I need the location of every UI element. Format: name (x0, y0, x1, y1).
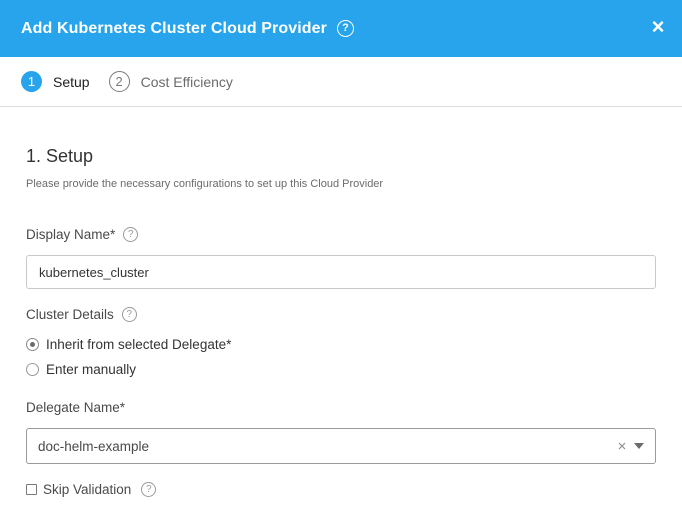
close-icon[interactable]: × (650, 16, 666, 38)
step-number: 2 (108, 71, 130, 92)
skip-validation-checkbox[interactable] (26, 484, 37, 495)
step-cost-efficiency[interactable]: 2 Cost Efficiency (108, 71, 233, 92)
clear-icon[interactable]: × (615, 438, 629, 455)
section-description: Please provide the necessary configurati… (26, 178, 384, 190)
section-title: 1. Setup (26, 146, 94, 166)
display-name-label-text: Display Name* (26, 227, 116, 242)
step-number: 1 (21, 71, 42, 92)
cluster-details-label-text: Cluster Details (26, 307, 114, 322)
dialog-title: Add Kubernetes Cluster Cloud Provider (21, 19, 327, 37)
wizard-steps: 1 Setup 2 Cost Efficiency (0, 57, 682, 107)
help-icon[interactable]: ? (141, 482, 157, 497)
help-icon[interactable]: ? (123, 227, 139, 242)
delegate-select-value: doc-helm-example (38, 438, 150, 454)
display-name-input[interactable]: kubernetes_cluster (26, 255, 656, 289)
radio-inherit-delegate[interactable]: Inherit from selected Delegate* (26, 337, 231, 352)
display-name-label: Display Name* ? (26, 227, 139, 242)
dialog-header: Add Kubernetes Cluster Cloud Provider ? … (0, 0, 682, 57)
delegate-name-label-text: Delegate Name* (26, 400, 126, 415)
step-label: Setup (53, 73, 90, 90)
help-icon[interactable]: ? (121, 307, 137, 322)
step-setup[interactable]: 1 Setup (21, 71, 90, 92)
skip-validation-row[interactable]: Skip Validation ? (26, 482, 157, 497)
radio-label: Inherit from selected Delegate* (46, 337, 232, 352)
skip-validation-label: Skip Validation (43, 482, 132, 497)
radio-enter-manually[interactable]: Enter manually (26, 362, 136, 377)
delegate-name-label: Delegate Name* (26, 400, 125, 415)
help-icon[interactable]: ? (336, 20, 354, 37)
delegate-select[interactable]: doc-helm-example × (26, 428, 656, 464)
step-label: Cost Efficiency (140, 73, 233, 90)
radio-button[interactable] (26, 338, 39, 351)
radio-label: Enter manually (46, 362, 137, 377)
radio-button[interactable] (26, 363, 39, 376)
chevron-down-icon[interactable] (634, 443, 644, 449)
cluster-details-label: Cluster Details ? (26, 307, 137, 322)
